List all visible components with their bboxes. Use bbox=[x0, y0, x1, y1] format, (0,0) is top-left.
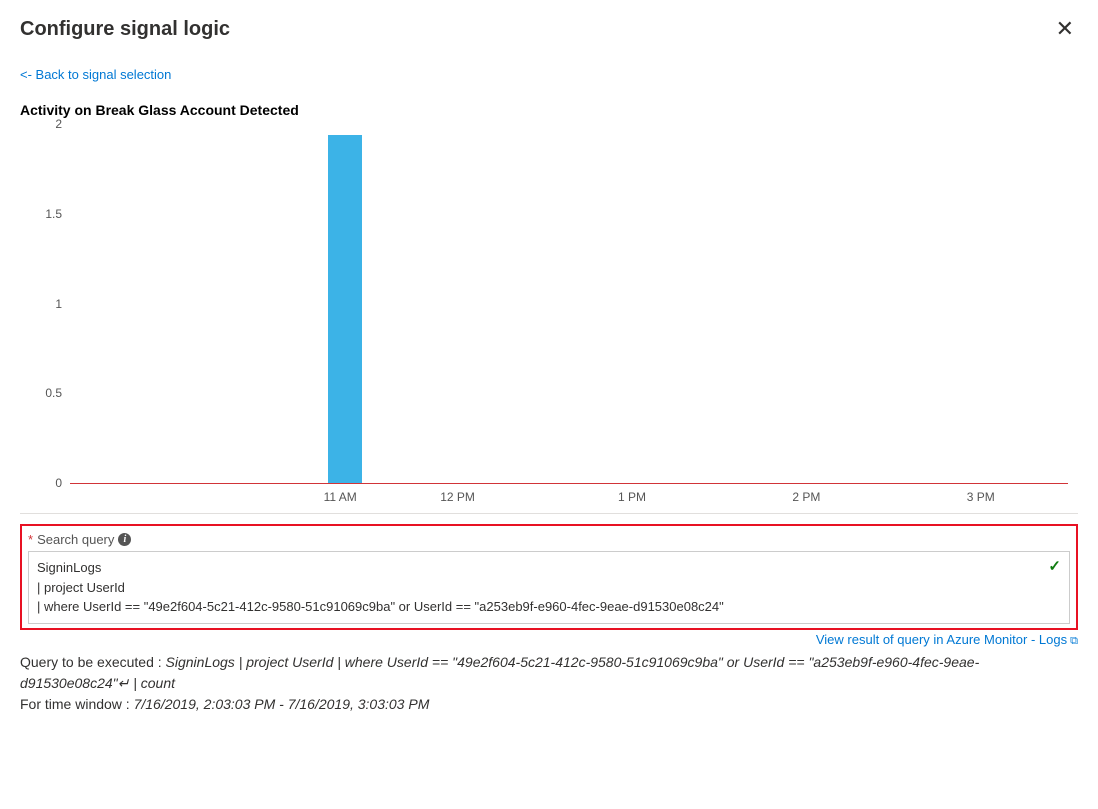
x-tick: 3 PM bbox=[894, 490, 1068, 504]
view-result-link-text: View result of query in Azure Monitor - … bbox=[816, 632, 1067, 647]
chart: 0 0.5 1 1.5 2 11 AM 12 PM 1 PM 2 PM 3 PM bbox=[20, 124, 1078, 514]
y-tick: 2 bbox=[26, 117, 62, 131]
y-tick: 1 bbox=[26, 297, 62, 311]
y-tick: 0 bbox=[26, 476, 62, 490]
chart-plot: 0 0.5 1 1.5 2 bbox=[70, 124, 1068, 484]
required-star-icon: * bbox=[28, 532, 33, 547]
query-line: | project UserId bbox=[37, 578, 1061, 598]
chart-baseline bbox=[70, 483, 1068, 484]
query-line: SigninLogs bbox=[37, 558, 1061, 578]
query-line: | where UserId == "49e2f604-5c21-412c-95… bbox=[37, 597, 1061, 617]
window-value: 7/16/2019, 2:03:03 PM - 7/16/2019, 3:03:… bbox=[134, 696, 430, 712]
x-tick: 11 AM bbox=[70, 490, 370, 504]
close-icon[interactable]: ✕ bbox=[1052, 18, 1078, 40]
window-prefix: For time window : bbox=[20, 696, 134, 712]
exec-prefix: Query to be executed : bbox=[20, 654, 166, 670]
section-title: Activity on Break Glass Account Detected bbox=[20, 102, 1078, 118]
valid-check-icon: ✓ bbox=[1048, 556, 1061, 579]
search-query-input[interactable]: ✓ SigninLogs | project UserId | where Us… bbox=[28, 551, 1070, 624]
search-query-label: * Search query i bbox=[28, 532, 1070, 547]
search-query-section: * Search query i ✓ SigninLogs | project … bbox=[20, 524, 1078, 630]
external-link-icon: ⧉ bbox=[1067, 635, 1078, 647]
chart-bar bbox=[328, 135, 362, 483]
view-result-link[interactable]: View result of query in Azure Monitor - … bbox=[20, 632, 1078, 648]
x-axis: 11 AM 12 PM 1 PM 2 PM 3 PM bbox=[70, 484, 1068, 504]
panel-title: Configure signal logic bbox=[20, 18, 230, 41]
y-tick: 1.5 bbox=[26, 207, 62, 221]
query-meta: Query to be executed : SigninLogs | proj… bbox=[20, 652, 1078, 715]
x-tick: 12 PM bbox=[370, 490, 544, 504]
y-tick: 0.5 bbox=[26, 386, 62, 400]
x-tick: 1 PM bbox=[545, 490, 719, 504]
search-query-label-text: Search query bbox=[37, 532, 114, 547]
info-icon[interactable]: i bbox=[118, 533, 131, 546]
back-to-signal-link[interactable]: <- Back to signal selection bbox=[20, 67, 171, 82]
x-tick: 2 PM bbox=[719, 490, 893, 504]
